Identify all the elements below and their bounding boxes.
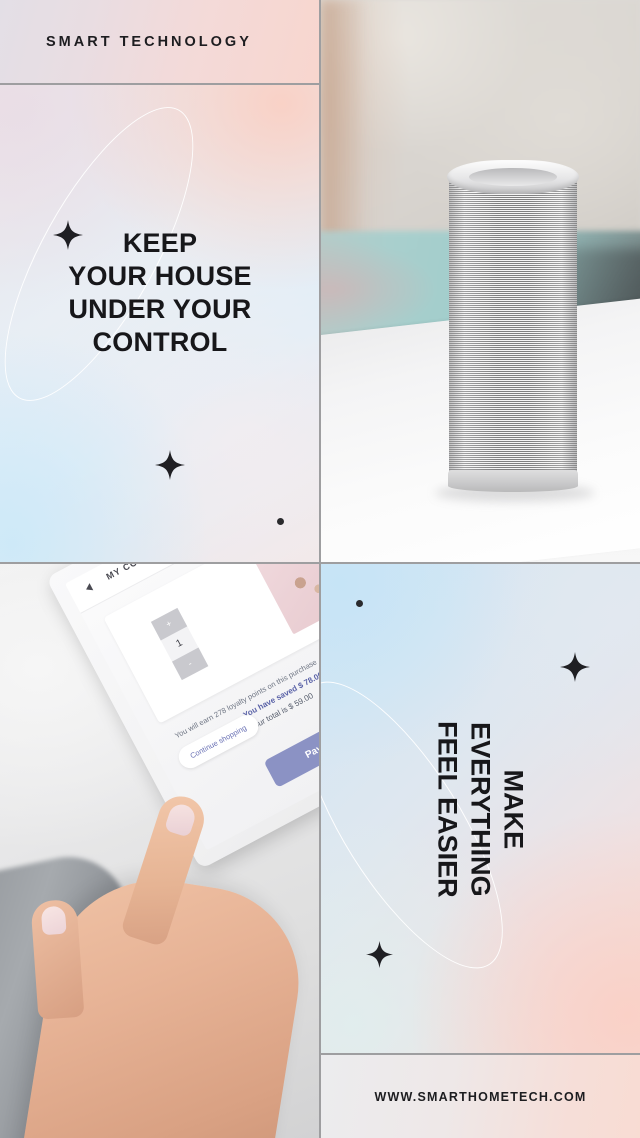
- tagline-line-1: MAKE: [498, 769, 529, 849]
- speaker-device: [435, 160, 595, 502]
- tagline-panel: MAKE EVERYTHING FEEL EASIER: [321, 564, 640, 1054]
- cart-title: MY COSMETICS: [104, 564, 181, 582]
- cart-item-card: + 1 -: [103, 564, 320, 724]
- brand-title: SMART TECHNOLOGY: [46, 34, 252, 50]
- tagline-line-2: EVERYTHING: [465, 721, 496, 897]
- headline-panel: KEEP YOUR HOUSE UNDER YOUR CONTROL: [0, 85, 320, 563]
- back-arrow-icon[interactable]: [84, 583, 94, 594]
- quantity-increase-button[interactable]: +: [150, 607, 188, 641]
- tagline: MAKE EVERYTHING FEEL EASIER: [321, 564, 640, 1054]
- thumb: [30, 898, 85, 1020]
- headline-line-3: UNDER YOUR: [68, 293, 252, 324]
- speaker-top-cap: [447, 160, 579, 194]
- product-thumbnail: [250, 564, 320, 635]
- brand-header-panel: SMART TECHNOLOGY: [0, 0, 320, 84]
- divider-horizontal-mid: [0, 562, 640, 564]
- poster-canvas: SMART TECHNOLOGY KEEP YOUR HOUSE UNDER Y…: [0, 0, 640, 1138]
- speaker-base: [448, 470, 578, 492]
- speaker-top-recess: [469, 168, 557, 186]
- page-title: KEEP YOUR HOUSE UNDER YOUR CONTROL: [0, 227, 320, 359]
- quantity-decrease-button[interactable]: -: [172, 647, 209, 681]
- headline-line-2: YOUR HOUSE: [68, 260, 252, 291]
- smart-speaker-photo: [321, 0, 640, 563]
- curtain-blur: [321, 0, 365, 259]
- thumbnail-nail: [40, 905, 67, 936]
- website-url: WWW.SMARTHOMETECH.COM: [374, 1089, 587, 1104]
- quantity-stepper[interactable]: + 1 -: [150, 607, 209, 681]
- product-image-contents: [273, 564, 320, 611]
- headline-line-4: CONTROL: [92, 326, 228, 357]
- speaker-mesh-body: [449, 176, 577, 484]
- sparkle-icon: [155, 450, 185, 480]
- quantity-value: 1: [174, 637, 185, 650]
- fingernail: [163, 801, 198, 838]
- divider-vertical-main: [319, 0, 321, 1138]
- website-footer-panel: WWW.SMARTHOMETECH.COM: [321, 1055, 640, 1138]
- headline-line-1: KEEP: [122, 228, 198, 258]
- dot-icon: [277, 518, 284, 525]
- divider-footer-top: [321, 1053, 640, 1055]
- tagline-line-3: FEEL EASIER: [433, 720, 464, 898]
- divider-header-underline: [0, 83, 320, 85]
- continue-shopping-button[interactable]: Continue shopping: [174, 711, 262, 773]
- tablet-checkout-photo: MY COSMETICS + 1 - $ 59.00 You will earn…: [0, 564, 320, 1138]
